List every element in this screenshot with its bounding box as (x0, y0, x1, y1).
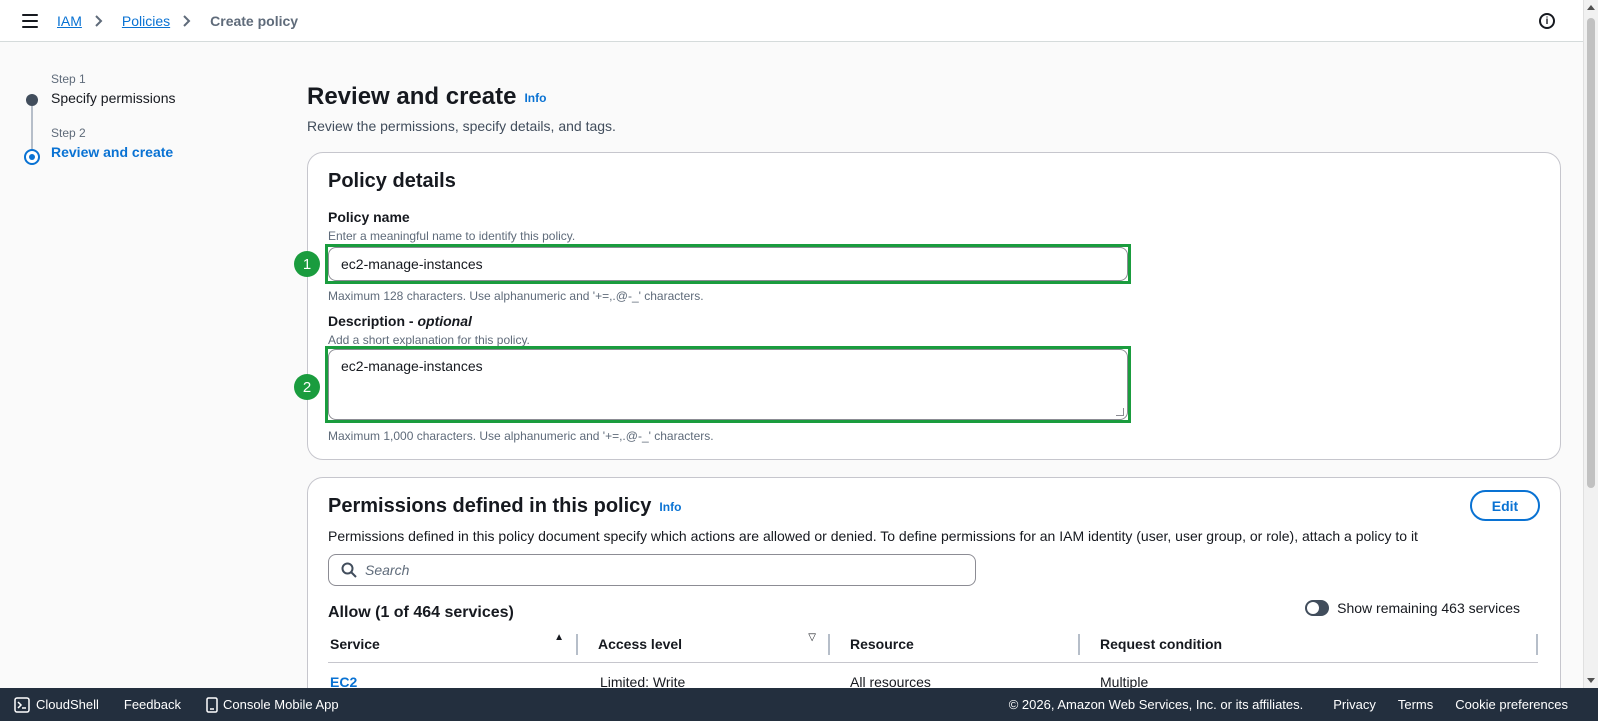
mobile-app-link[interactable]: Console Mobile App (206, 696, 339, 713)
step-1-title: Specify permissions (51, 90, 176, 106)
info-icon[interactable]: i (1539, 13, 1555, 29)
column-header-resource-label: Resource (850, 636, 914, 652)
column-header-access-label: Access level (598, 636, 683, 652)
page-subtitle: Review the permissions, specify details,… (307, 118, 616, 134)
policy-details-card: Policy details Policy name Enter a meani… (294, 152, 1561, 460)
breadcrumb-current: Create policy (210, 13, 299, 29)
policy-name-highlight (325, 244, 1131, 284)
scroll-thumb[interactable] (1587, 18, 1595, 488)
permissions-info-link[interactable]: Info (659, 500, 681, 514)
description-label-text: Description - (328, 313, 418, 329)
copyright: © 2026, Amazon Web Services, Inc. or its… (1008, 697, 1304, 712)
description-label: Description - optional (328, 313, 472, 329)
mobile-app-label: Console Mobile App (222, 697, 339, 712)
show-remaining-toggle[interactable] (1305, 600, 1330, 616)
breadcrumb-policies[interactable]: Policies (122, 13, 170, 29)
cloudshell-label: CloudShell (36, 697, 99, 712)
step-2-title: Review and create (51, 144, 174, 160)
annotation-badge-1: 1 (294, 251, 320, 277)
description-optional: optional (417, 313, 472, 329)
console-footer: CloudShell Feedback Console Mobile App ©… (0, 688, 1598, 721)
menu-icon[interactable] (22, 14, 38, 28)
mobile-phone-icon (206, 696, 218, 713)
column-header-request-condition[interactable]: Request condition (1080, 634, 1538, 655)
table-header: Service ▲ Access level ▽ Resource Reques… (328, 628, 1538, 663)
policy-details-heading: Policy details (328, 170, 456, 192)
search-icon (341, 562, 357, 578)
scroll-down-icon[interactable] (1587, 678, 1595, 683)
description-constraint: Maximum 1,000 characters. Use alphanumer… (328, 429, 714, 443)
privacy-link[interactable]: Privacy (1333, 697, 1376, 712)
step-1[interactable]: Step 1 Specify permissions (24, 72, 264, 106)
search-input[interactable]: Search (328, 554, 976, 586)
permissions-description: Permissions defined in this policy docum… (328, 528, 1418, 544)
show-remaining-toggle-row: Show remaining 463 services (1305, 600, 1520, 616)
chevron-right-icon (183, 14, 197, 28)
column-header-condition-label: Request condition (1100, 636, 1223, 652)
cloudshell-icon (14, 696, 30, 713)
policy-name-constraint: Maximum 128 characters. Use alphanumeric… (328, 289, 704, 303)
cloudshell-link[interactable]: CloudShell (14, 696, 99, 713)
breadcrumb: IAM Policies Create policy (57, 13, 298, 29)
edit-button[interactable]: Edit (1470, 490, 1540, 521)
page-info-link[interactable]: Info (524, 91, 546, 105)
chevron-right-icon (95, 14, 109, 28)
footer-right: © 2026, Amazon Web Services, Inc. or its… (1009, 697, 1598, 712)
permissions-card: Permissions defined in this policy Info E… (307, 477, 1561, 721)
annotation-badge-2: 2 (294, 374, 320, 400)
column-header-service-label: Service (330, 636, 380, 652)
terms-link[interactable]: Terms (1398, 697, 1433, 712)
step-2-indicator-icon (24, 149, 40, 165)
step-1-indicator-icon (26, 94, 38, 106)
permissions-heading-text: Permissions defined in this policy (328, 495, 652, 517)
show-remaining-label: Show remaining 463 services (1337, 600, 1520, 616)
page-scrollbar[interactable] (1583, 0, 1598, 688)
breadcrumb-iam[interactable]: IAM (57, 13, 82, 29)
wizard-steps: Step 1 Specify permissions Step 2 Review… (24, 72, 264, 165)
top-navigation: IAM Policies Create policy i (0, 0, 1583, 42)
description-help: Add a short explanation for this policy. (328, 333, 530, 347)
resize-handle-icon[interactable] (1116, 408, 1124, 416)
cookie-preferences-link[interactable]: Cookie preferences (1455, 697, 1568, 712)
description-value: ec2-manage-instances (341, 358, 483, 374)
column-header-access-level[interactable]: Access level ▽ (578, 633, 830, 655)
step-2-label: Step 2 (51, 126, 86, 140)
policy-name-description: Enter a meaningful name to identify this… (328, 229, 576, 243)
permissions-heading: Permissions defined in this policy Info (328, 495, 681, 518)
allow-title: Allow (1 of 464 services) (328, 604, 514, 621)
policy-name-input[interactable] (328, 247, 1128, 281)
description-highlight: ec2-manage-instances (325, 346, 1131, 423)
column-header-resource[interactable]: Resource (830, 634, 1080, 655)
step-2[interactable]: Step 2 Review and create (24, 126, 264, 160)
scroll-up-icon[interactable] (1587, 5, 1595, 10)
page-title: Review and create Info (307, 83, 546, 111)
description-textarea[interactable]: ec2-manage-instances (328, 349, 1128, 420)
policy-name-label: Policy name (328, 209, 410, 225)
page-title-text: Review and create (307, 83, 517, 110)
step-1-label: Step 1 (51, 72, 86, 86)
feedback-link[interactable]: Feedback (124, 697, 181, 712)
search-placeholder: Search (365, 562, 410, 578)
column-header-service[interactable]: Service ▲ (328, 633, 578, 655)
